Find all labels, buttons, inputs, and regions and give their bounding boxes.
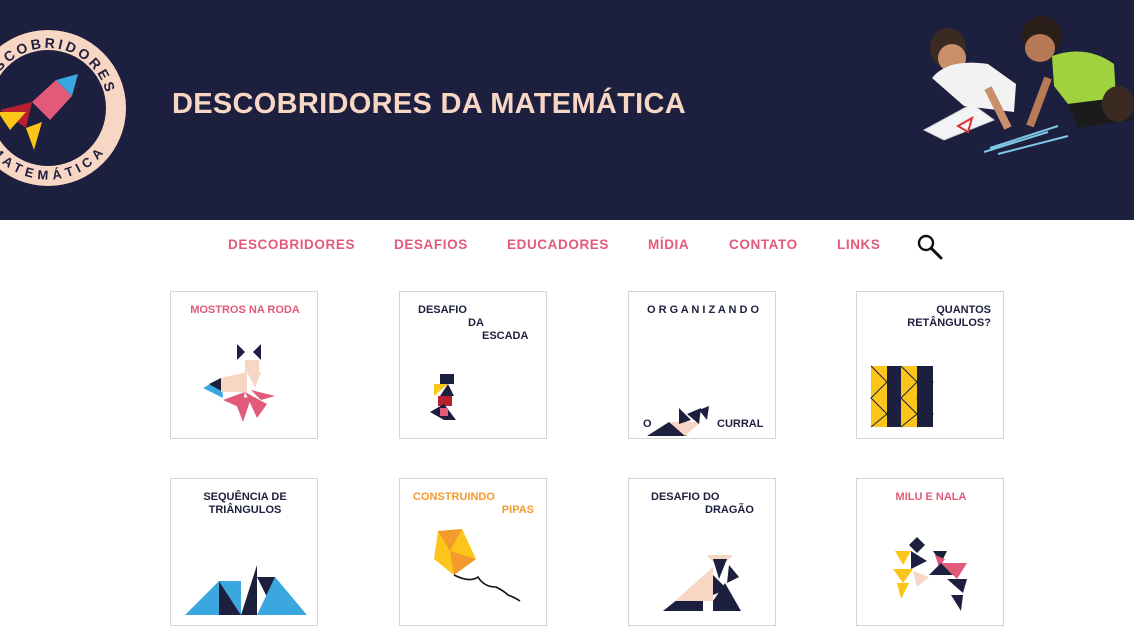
nav-item-links[interactable]: LINKS — [837, 237, 881, 252]
site-header: DESCOBRIDORES MATEMÁTICA DESCOBRIDORES D… — [0, 0, 1134, 220]
nav-item-educadores[interactable]: EDUCADORES — [507, 237, 609, 252]
card-desafio-da-escada[interactable]: DESAFIO DA ESCADA — [399, 291, 547, 439]
triangles-sequence-icon — [185, 565, 307, 615]
nav-item-descobridores[interactable]: DESCOBRIDORES — [228, 237, 355, 252]
card-quantos-retangulos[interactable]: QUANTOS RETÂNGULOS? — [856, 291, 1004, 439]
main-nav: DESCOBRIDORES DESAFIOS EDUCADORES MÍDIA … — [0, 220, 1134, 272]
tangram-dragon-icon — [663, 555, 741, 611]
rectangles-grid-icon — [870, 365, 934, 428]
search-icon[interactable] — [916, 233, 944, 261]
kite-icon — [434, 529, 521, 602]
card-milu-e-nala[interactable]: MILU E NALA — [856, 478, 1004, 626]
tangram-ladder-icon — [430, 374, 456, 420]
nav-item-contato[interactable]: CONTATO — [729, 237, 798, 252]
kids-photo — [922, 16, 1134, 155]
card-desafio-do-dragao[interactable]: DESAFIO DO DRAGÃO — [628, 478, 776, 626]
site-logo[interactable]: DESCOBRIDORES MATEMÁTICA — [0, 30, 126, 186]
card-organizando-o-curral[interactable]: O R G A N I Z A N D O O CURRAL — [628, 291, 776, 439]
tangram-animals-icon — [893, 537, 967, 611]
nav-item-midia[interactable]: MÍDIA — [648, 237, 689, 252]
tangram-monster-icon — [203, 344, 275, 422]
card-sequencia-de-triangulos[interactable]: SEQUÊNCIA DE TRIÂNGULOS — [170, 478, 318, 626]
card-mostros-na-roda[interactable]: MOSTROS NA RODA — [170, 291, 318, 439]
site-title[interactable]: DESCOBRIDORES DA MATEMÁTICA — [172, 88, 686, 121]
card-construindo-pipas[interactable]: CONSTRUINDO PIPAS — [399, 478, 547, 626]
tangram-cat-icon — [647, 406, 709, 436]
nav-item-desafios[interactable]: DESAFIOS — [394, 237, 468, 252]
